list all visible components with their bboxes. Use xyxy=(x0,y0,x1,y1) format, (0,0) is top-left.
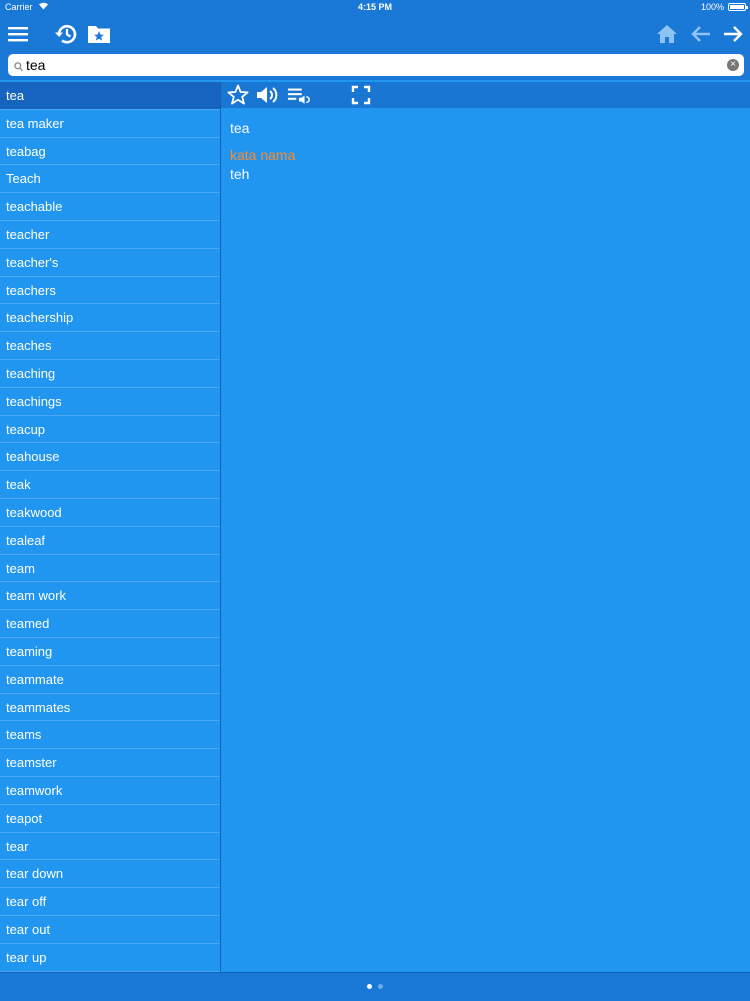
word-list-item[interactable]: teamster xyxy=(0,749,220,777)
home-icon[interactable] xyxy=(652,19,682,49)
speaker-icon[interactable] xyxy=(255,83,279,107)
word-list-item[interactable]: tear out xyxy=(0,916,220,944)
status-bar: Carrier 4:15 PM 100% xyxy=(0,0,750,16)
word-list-item[interactable]: tear off xyxy=(0,888,220,916)
history-clock-icon[interactable] xyxy=(51,19,81,49)
word-list-item[interactable]: tear xyxy=(0,833,220,861)
battery-percent: 100% xyxy=(700,2,724,12)
word-list-item[interactable]: tear down xyxy=(0,860,220,889)
word-list-item[interactable]: teakwood xyxy=(0,499,220,527)
page-dot[interactable] xyxy=(378,984,383,989)
word-list-item[interactable]: team xyxy=(0,555,220,583)
nav-bar xyxy=(0,16,750,52)
word-list-item[interactable]: teammates xyxy=(0,694,220,722)
search-input[interactable] xyxy=(26,54,706,76)
arrow-right-icon[interactable] xyxy=(718,19,748,49)
word-list-item[interactable]: teachers xyxy=(0,277,220,305)
word-list-item[interactable]: tealeaf xyxy=(0,527,220,555)
word-list-item[interactable]: tea xyxy=(0,82,220,110)
word-list-item[interactable]: teahouse xyxy=(0,443,220,472)
word-list-item[interactable]: tear up xyxy=(0,944,220,972)
word-list-item[interactable]: teamwork xyxy=(0,777,220,805)
word-list-item[interactable]: teabag xyxy=(0,138,220,166)
clock: 4:15 PM xyxy=(357,2,392,12)
star-folder-icon[interactable] xyxy=(84,19,114,49)
hamburger-menu-icon[interactable] xyxy=(3,19,33,49)
word-list-item[interactable]: teams xyxy=(0,721,220,750)
playlist-speaker-icon[interactable] xyxy=(287,83,311,107)
word-list-item[interactable]: tea maker xyxy=(0,110,220,138)
clear-search-icon[interactable]: × xyxy=(727,59,739,71)
page-dot-active[interactable] xyxy=(367,984,372,989)
word-list-item[interactable]: teaches xyxy=(0,332,220,360)
word-list: tea tea maker teabag Teach teachable teacher t… xyxy=(0,82,221,972)
word-list-item[interactable]: teacup xyxy=(0,416,220,444)
word-list-item[interactable]: teachings xyxy=(0,388,220,416)
search-bar: × xyxy=(0,52,750,80)
bottom-bar xyxy=(0,972,750,1001)
word-list-item[interactable]: teaming xyxy=(0,638,220,666)
word-list-item[interactable]: teachable xyxy=(0,193,220,221)
word-list-item[interactable]: Teach xyxy=(0,165,220,194)
fullscreen-icon[interactable] xyxy=(349,83,373,107)
word-list-item[interactable]: teapot xyxy=(0,805,220,833)
word-list-item[interactable]: teachership xyxy=(0,304,220,333)
search-box[interactable]: × xyxy=(8,54,744,76)
part-of-speech: kata nama xyxy=(230,147,296,163)
word-list-item[interactable]: teak xyxy=(0,471,220,499)
translation: teh xyxy=(230,166,250,182)
word-list-item[interactable]: teacher xyxy=(0,221,220,249)
entry-detail: tea kata nama teh xyxy=(221,108,750,972)
word-list-item[interactable]: teamed xyxy=(0,610,220,638)
word-list-item[interactable]: team work xyxy=(0,582,220,611)
battery-icon xyxy=(728,3,748,11)
star-outline-icon[interactable] xyxy=(226,83,250,107)
word-list-item[interactable]: teaching xyxy=(0,360,220,388)
search-icon xyxy=(14,59,23,77)
word-list-item[interactable]: teacher's xyxy=(0,249,220,277)
entry-toolbar xyxy=(221,82,750,108)
arrow-left-icon[interactable] xyxy=(686,19,716,49)
word-list-item[interactable]: teammate xyxy=(0,666,220,694)
entry-headword: tea xyxy=(230,120,250,136)
